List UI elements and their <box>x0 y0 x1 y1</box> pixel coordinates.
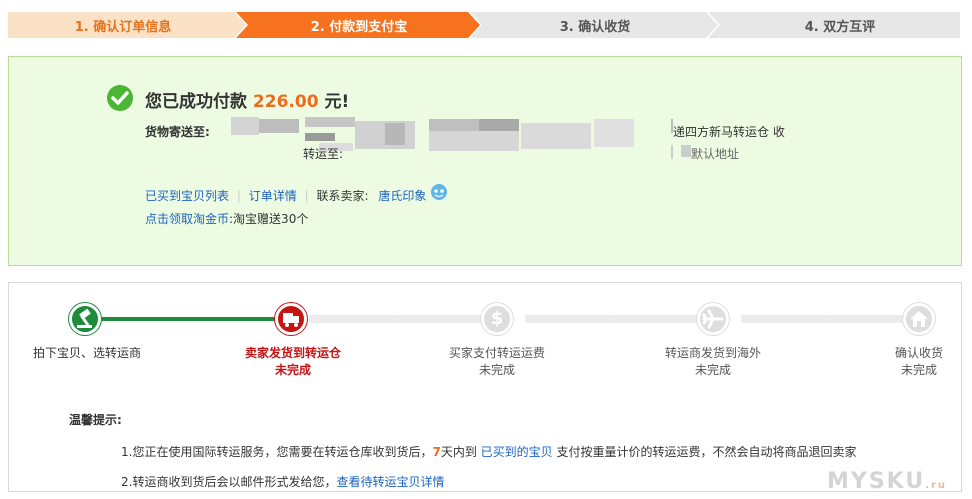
redacted-block <box>385 123 405 145</box>
bought-items-link[interactable]: 已买到宝贝列表 <box>145 189 229 203</box>
title-suffix: 元! <box>324 92 350 112</box>
hammer-icon <box>69 303 101 335</box>
coin-row: 点击领取淘金币:淘宝赠送30个 <box>145 210 308 227</box>
progress-arrow <box>309 315 401 323</box>
stage-status: 未完成 <box>478 363 515 377</box>
redacted-block <box>594 119 634 147</box>
order-links: 已买到宝贝列表 | 订单详情 | 联系卖家: 唐氏印象 <box>145 187 426 204</box>
progress-arrow <box>609 315 705 323</box>
payment-success-panel: 您已成功付款 226.00 元! 货物寄送至: 递四方新马转运仓 收 转运至: … <box>8 56 962 266</box>
stage-title: 卖家发货到转运仓 <box>244 346 341 360</box>
redacted-block <box>521 123 591 149</box>
stage-1: 拍下宝贝、选转运商 <box>17 345 157 362</box>
stage-5: 确认收货 未完成 <box>859 345 972 379</box>
truck-icon <box>275 303 307 335</box>
wangwang-chat-icon[interactable] <box>430 183 448 201</box>
redacted-block <box>479 119 519 131</box>
watermark-suffix: .ru <box>925 480 948 491</box>
step-3: 3. 确认收货 <box>559 19 631 35</box>
stage-2: 卖家发货到转运仓 未完成 <box>223 345 363 379</box>
claim-coin-link[interactable]: 点击领取淘金币 <box>145 212 229 226</box>
redacted-block <box>305 133 335 141</box>
step-4: 4. 双方互评 <box>804 19 876 35</box>
redacted-block <box>305 117 355 127</box>
stage-4: 转运商发货到海外 未完成 <box>643 345 783 379</box>
stage-title: 买家支付转运运费 <box>448 346 545 360</box>
separator: | <box>304 189 309 203</box>
title-prefix: 您已成功付款 <box>145 92 247 112</box>
progress-arrow <box>393 315 491 323</box>
stage-title: 转运商发货到海外 <box>664 346 761 360</box>
tip-2: 2.转运商收到货后会以邮件形式发给您，查看待转运宝贝详情 <box>121 473 444 490</box>
contact-seller-label: 联系卖家: <box>316 189 369 203</box>
seller-name-link[interactable]: 唐氏印象 <box>378 189 426 203</box>
stage-status: 未完成 <box>900 363 937 377</box>
stage-title: 确认收货 <box>894 346 943 360</box>
tip-1: 1.您正在使用国际转运服务，您需要在转运仓库收到货后，7天内到 已买到的宝贝 支… <box>121 443 857 460</box>
tip-1-text: 1.您正在使用国际转运服务，您需要在转运仓库收到货后， <box>121 445 433 459</box>
redacted-block <box>681 145 691 157</box>
bought-items-tip-link[interactable]: 已买到的宝贝 <box>481 445 553 459</box>
transit-items-link[interactable]: 查看待转运宝贝详情 <box>336 475 444 489</box>
stage-title: 拍下宝贝、选转运商 <box>32 346 141 360</box>
relay-label: 转运至: <box>303 147 344 161</box>
ship-to-label: 货物寄送至: <box>145 125 210 139</box>
progress-arrow <box>525 315 617 323</box>
separator: | <box>236 189 241 203</box>
step-2: 2. 付款到支付宝 <box>310 19 408 35</box>
stage-status: 未完成 <box>274 363 311 377</box>
tip-1-text-b: 天内到 <box>440 445 477 459</box>
redacted-block <box>231 117 259 135</box>
tip-1-days: 7 <box>432 445 441 459</box>
redacted-block <box>259 119 299 133</box>
plane-icon <box>697 303 729 335</box>
watermark-logo: MYSKU.ru <box>827 469 947 494</box>
stage-3: 买家支付转运运费 未完成 <box>427 345 567 379</box>
success-title: 您已成功付款 226.00 元! <box>145 87 349 112</box>
checkout-steps: 1. 确认订单信息 2. 付款到支付宝 3. 确认收货 4. 双方互评 <box>8 12 960 38</box>
paid-amount: 226.00 <box>252 92 319 112</box>
house-icon <box>903 303 935 335</box>
transit-progress-panel: $ 拍下宝贝、选转运商 卖家发货到转运仓 未完成 买家支付转运运费 未完成 转运… <box>8 282 962 494</box>
tip-1-text-c: 支付按重量计价的转运运费，不然会自动将商品退回卖家 <box>556 445 857 459</box>
check-icon <box>107 85 133 111</box>
tip-2-text: 2.转运商收到货后会以邮件形式发给您， <box>121 475 337 489</box>
default-address: 默认地址 <box>691 147 740 161</box>
redacted-block <box>671 145 673 159</box>
watermark-text: MYSKU <box>827 469 926 494</box>
progress-arrow <box>821 315 913 323</box>
dollar-icon: $ <box>481 303 513 335</box>
progress-arrow <box>741 315 829 323</box>
ship-to-receiver: 递四方新马转运仓 收 <box>673 125 785 139</box>
stage-status: 未完成 <box>694 363 731 377</box>
order-detail-link[interactable]: 订单详情 <box>249 189 297 203</box>
redacted-block <box>429 131 519 151</box>
step-1: 1. 确认订单信息 <box>74 19 172 35</box>
coin-text: :淘宝赠送30个 <box>229 212 309 226</box>
tips-title: 温馨提示: <box>69 413 122 427</box>
